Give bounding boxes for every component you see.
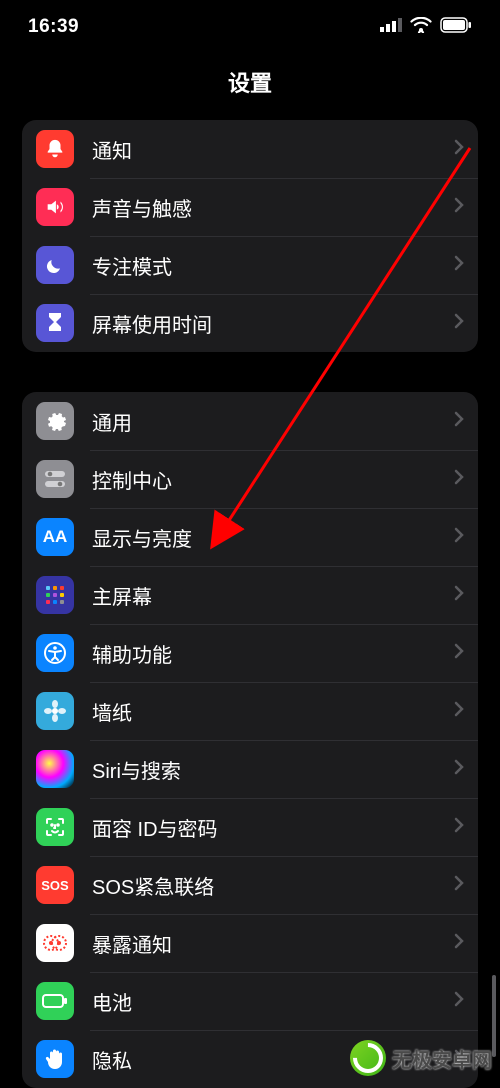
row-focus[interactable]: 专注模式 xyxy=(22,236,478,294)
status-indicators xyxy=(380,17,472,38)
chevron-right-icon xyxy=(454,991,464,1012)
row-general[interactable]: 通用 xyxy=(22,392,478,450)
row-screentime[interactable]: 屏幕使用时间 xyxy=(22,294,478,352)
row-label: 辅助功能 xyxy=(92,639,454,668)
watermark-logo-icon xyxy=(350,1040,386,1076)
chevron-right-icon xyxy=(454,197,464,218)
row-label: 屏幕使用时间 xyxy=(92,309,454,338)
chevron-right-icon xyxy=(454,255,464,276)
row-exposure[interactable]: 暴露通知 xyxy=(22,914,478,972)
row-siri[interactable]: Siri与搜索 xyxy=(22,740,478,798)
siri-icon xyxy=(36,750,74,788)
row-display-brightness[interactable]: AA 显示与亮度 xyxy=(22,508,478,566)
chevron-right-icon xyxy=(454,643,464,664)
status-time: 16:39 xyxy=(28,16,79,38)
row-label: 声音与触感 xyxy=(92,193,454,222)
row-label: 专注模式 xyxy=(92,251,454,280)
scrollbar-thumb[interactable] xyxy=(492,975,496,1057)
chevron-right-icon xyxy=(454,933,464,954)
row-label: 显示与亮度 xyxy=(92,523,454,552)
row-control-center[interactable]: 控制中心 xyxy=(22,450,478,508)
row-accessibility[interactable]: 辅助功能 xyxy=(22,624,478,682)
chevron-right-icon xyxy=(454,527,464,548)
chevron-right-icon xyxy=(454,585,464,606)
row-label: 电池 xyxy=(92,987,454,1016)
faceid-icon xyxy=(36,808,74,846)
chevron-right-icon xyxy=(454,817,464,838)
chevron-right-icon xyxy=(454,701,464,722)
row-label: 通用 xyxy=(92,407,454,436)
cellular-icon xyxy=(380,18,402,37)
chevron-right-icon xyxy=(454,759,464,780)
chevron-right-icon xyxy=(454,139,464,160)
settings-group-2: 通用 控制中心 AA 显示与亮度 主屏幕 辅助功能 墙纸 Siri xyxy=(22,392,478,1088)
row-label: 控制中心 xyxy=(92,465,454,494)
status-bar: 16:39 xyxy=(0,0,500,48)
exposure-icon xyxy=(36,924,74,962)
gear-icon xyxy=(36,402,74,440)
row-homescreen[interactable]: 主屏幕 xyxy=(22,566,478,624)
row-faceid[interactable]: 面容 ID与密码 xyxy=(22,798,478,856)
hourglass-icon xyxy=(36,304,74,342)
watermark-text: 无极安卓网 xyxy=(392,1044,492,1073)
sos-icon: SOS xyxy=(36,866,74,904)
switches-icon xyxy=(36,460,74,498)
battery-row-icon xyxy=(36,982,74,1020)
watermark: 无极安卓网 xyxy=(350,1040,492,1076)
chevron-right-icon xyxy=(454,469,464,490)
battery-icon xyxy=(440,17,472,38)
row-label: 面容 ID与密码 xyxy=(92,813,454,842)
textsize-icon: AA xyxy=(36,518,74,556)
moon-icon xyxy=(36,246,74,284)
row-wallpaper[interactable]: 墙纸 xyxy=(22,682,478,740)
flower-icon xyxy=(36,692,74,730)
speaker-icon xyxy=(36,188,74,226)
grid-icon xyxy=(36,576,74,614)
wifi-icon xyxy=(410,17,432,38)
row-battery[interactable]: 电池 xyxy=(22,972,478,1030)
row-sos[interactable]: SOS SOS紧急联络 xyxy=(22,856,478,914)
row-label: 主屏幕 xyxy=(92,581,454,610)
page-header: 设置 xyxy=(0,48,500,120)
chevron-right-icon xyxy=(454,875,464,896)
hand-icon xyxy=(36,1040,74,1078)
row-label: 墙纸 xyxy=(92,697,454,726)
row-label: SOS紧急联络 xyxy=(92,871,454,900)
settings-group-1: 通知 声音与触感 专注模式 屏幕使用时间 xyxy=(22,120,478,352)
chevron-right-icon xyxy=(454,313,464,334)
row-notifications[interactable]: 通知 xyxy=(22,120,478,178)
row-label: 通知 xyxy=(92,135,454,164)
bell-icon xyxy=(36,130,74,168)
row-sounds[interactable]: 声音与触感 xyxy=(22,178,478,236)
accessibility-icon xyxy=(36,634,74,672)
page-title: 设置 xyxy=(0,66,500,98)
chevron-right-icon xyxy=(454,411,464,432)
row-label: Siri与搜索 xyxy=(92,755,454,784)
row-label: 暴露通知 xyxy=(92,929,454,958)
